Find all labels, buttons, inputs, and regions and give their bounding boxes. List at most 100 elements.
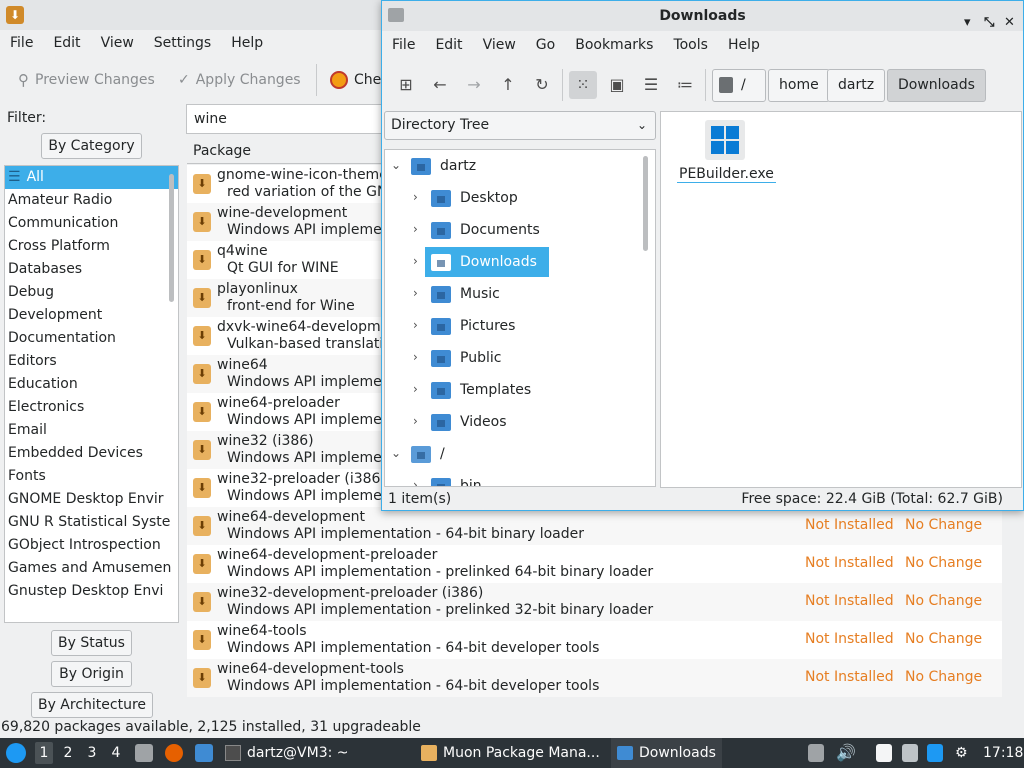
- category-item[interactable]: Gnustep Desktop Envi: [5, 580, 178, 603]
- detailed-list-view-icon[interactable]: ≔: [671, 71, 699, 99]
- tree-item-dartz[interactable]: dartz: [411, 151, 476, 181]
- chevron-down-icon[interactable]: ⌄: [391, 158, 401, 172]
- compact-view-icon[interactable]: ☰: [637, 71, 665, 99]
- chevron-right-icon[interactable]: ›: [413, 414, 418, 428]
- category-item[interactable]: Amateur Radio: [5, 189, 178, 212]
- category-item[interactable]: Electronics: [5, 396, 178, 419]
- chevron-right-icon[interactable]: ›: [413, 350, 418, 364]
- category-item[interactable]: Cross Platform: [5, 235, 178, 258]
- menu-edit[interactable]: Edit: [43, 35, 90, 51]
- breadcrumb-home[interactable]: home: [768, 69, 830, 102]
- tab-by-status[interactable]: By Status: [51, 630, 132, 656]
- table-row[interactable]: ⬇ wine32-development-preloader (i386) Wind…: [187, 583, 1002, 621]
- notification-icon[interactable]: [927, 744, 943, 762]
- menu-file[interactable]: File: [0, 35, 43, 51]
- desktop-icon[interactable]: [195, 744, 213, 762]
- menu-help[interactable]: Help: [718, 37, 770, 53]
- category-item[interactable]: Databases: [5, 258, 178, 281]
- downloads-titlebar[interactable]: Downloads ▾ ⤡ ✕: [382, 1, 1023, 31]
- category-item[interactable]: Editors: [5, 350, 178, 373]
- close-icon[interactable]: ✕: [1004, 8, 1015, 38]
- category-item[interactable]: GNOME Desktop Envir: [5, 488, 178, 511]
- breadcrumb-downloads[interactable]: Downloads: [887, 69, 986, 102]
- table-row[interactable]: ⬇ wine64-development-tools Windows API imp…: [187, 659, 1002, 697]
- tree-item-videos[interactable]: Videos: [431, 407, 507, 437]
- table-row[interactable]: ⬇ wine64-tools Windows API implementation …: [187, 621, 1002, 659]
- tree-scrollbar[interactable]: [643, 156, 648, 251]
- category-item-all[interactable]: ☰ All: [5, 166, 178, 189]
- category-scrollbar[interactable]: [169, 174, 174, 302]
- tab-by-category[interactable]: By Category: [41, 133, 142, 159]
- chevron-right-icon[interactable]: ›: [413, 478, 418, 486]
- task-muon[interactable]: Muon Package Mana...: [421, 738, 600, 768]
- chevron-right-icon[interactable]: ›: [413, 190, 418, 204]
- menu-go[interactable]: Go: [526, 37, 565, 53]
- tab-by-architecture[interactable]: By Architecture: [31, 692, 153, 718]
- tree-item-public[interactable]: Public: [431, 343, 501, 373]
- notes-icon[interactable]: [876, 744, 892, 762]
- category-item[interactable]: Communication: [5, 212, 178, 235]
- category-item[interactable]: GNU R Statistical Syste: [5, 511, 178, 534]
- tree-item-bin[interactable]: bin: [431, 471, 482, 486]
- check-for-updates-button[interactable]: Che: [330, 66, 381, 94]
- tree-item-templates[interactable]: Templates: [431, 375, 531, 405]
- chevron-right-icon[interactable]: ›: [413, 382, 418, 396]
- category-item[interactable]: Documentation: [5, 327, 178, 350]
- workspace-3[interactable]: 3: [83, 742, 101, 764]
- tab-by-origin[interactable]: By Origin: [51, 661, 132, 687]
- tree-item-downloads[interactable]: Downloads: [425, 247, 549, 277]
- tree-item-pictures[interactable]: Pictures: [431, 311, 515, 341]
- display-icon[interactable]: [902, 744, 918, 762]
- menu-tools[interactable]: Tools: [663, 37, 718, 53]
- menu-help[interactable]: Help: [221, 35, 273, 51]
- chevron-right-icon[interactable]: ›: [413, 286, 418, 300]
- tree-item-root[interactable]: /: [411, 439, 445, 469]
- task-terminal[interactable]: dartz@VM3: ~: [225, 738, 349, 768]
- firefox-icon[interactable]: [165, 744, 183, 762]
- start-menu-icon[interactable]: [6, 743, 26, 763]
- category-item[interactable]: GObject Introspection: [5, 534, 178, 557]
- menu-file[interactable]: File: [382, 37, 425, 53]
- category-item[interactable]: Embedded Devices: [5, 442, 178, 465]
- table-row[interactable]: ⬇ wine64-development-preloader Windows API…: [187, 545, 1002, 583]
- apply-changes-button[interactable]: ✓ Apply Changes: [178, 66, 301, 94]
- package-column-header[interactable]: Package: [187, 138, 387, 164]
- back-arrow-icon[interactable]: ←: [426, 71, 454, 99]
- reload-icon[interactable]: ↻: [528, 71, 556, 99]
- workspace-2[interactable]: 2: [59, 742, 77, 764]
- clipboard-icon[interactable]: [808, 744, 824, 762]
- workspace-4[interactable]: 4: [107, 742, 125, 764]
- menu-bookmarks[interactable]: Bookmarks: [565, 37, 663, 53]
- table-row[interactable]: ⬇ wine64-development Windows API implement…: [187, 507, 1002, 545]
- icon-view-icon[interactable]: ⁙: [569, 71, 597, 99]
- category-item[interactable]: Games and Amusemen: [5, 557, 178, 580]
- tree-item-desktop[interactable]: Desktop: [431, 183, 518, 213]
- chevron-right-icon[interactable]: ›: [413, 254, 418, 268]
- menu-edit[interactable]: Edit: [425, 37, 472, 53]
- category-item[interactable]: Debug: [5, 281, 178, 304]
- breadcrumb-root[interactable]: /: [712, 69, 766, 102]
- file-manager-launcher-icon[interactable]: [135, 744, 153, 762]
- category-item[interactable]: Education: [5, 373, 178, 396]
- breadcrumb-dartz[interactable]: dartz: [827, 69, 886, 102]
- menu-view[interactable]: View: [473, 37, 526, 53]
- menu-settings[interactable]: Settings: [144, 35, 221, 51]
- tree-item-music[interactable]: Music: [431, 279, 500, 309]
- category-item[interactable]: Fonts: [5, 465, 178, 488]
- chevron-down-icon[interactable]: ⌄: [391, 446, 401, 460]
- search-input[interactable]: wine: [186, 104, 386, 134]
- workspace-1[interactable]: 1: [35, 742, 53, 764]
- side-panel-selector[interactable]: Directory Tree ⌄: [384, 111, 656, 140]
- minimize-icon[interactable]: ▾: [964, 8, 971, 38]
- menu-view[interactable]: View: [91, 35, 144, 51]
- chevron-right-icon[interactable]: ›: [413, 318, 418, 332]
- restore-icon[interactable]: ⤡: [984, 8, 994, 38]
- up-arrow-icon[interactable]: ↑: [494, 71, 522, 99]
- new-tab-icon[interactable]: ⊞: [392, 71, 420, 99]
- tree-item-documents[interactable]: Documents: [431, 215, 540, 245]
- forward-arrow-icon[interactable]: →: [460, 71, 488, 99]
- category-item[interactable]: Development: [5, 304, 178, 327]
- volume-icon[interactable]: 🔊: [836, 738, 856, 768]
- task-downloads[interactable]: Downloads: [611, 738, 722, 768]
- package-scrollbar[interactable]: [1006, 520, 1014, 700]
